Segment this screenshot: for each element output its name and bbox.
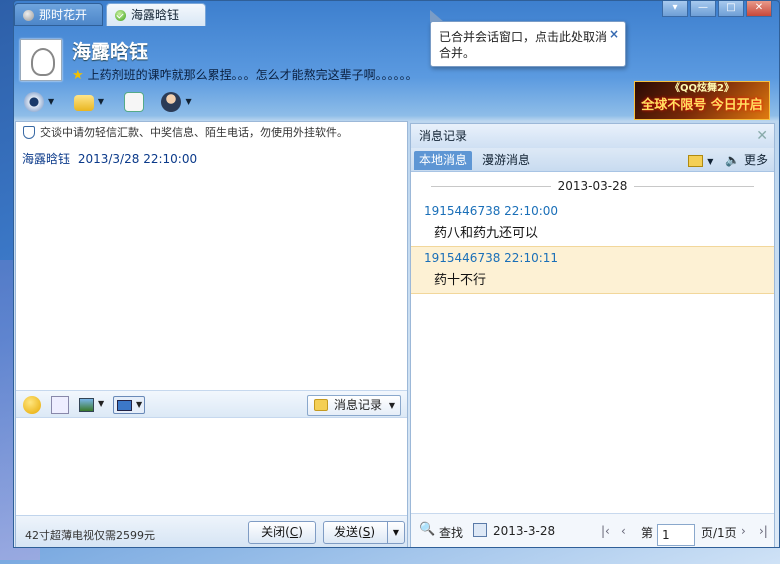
chat-footer: 42寸超薄电视仅需2599元 关闭(C) 发送(S) ▼	[16, 515, 407, 547]
more-button[interactable]: 更多	[744, 153, 768, 167]
chevron-down-icon: ▼	[388, 401, 395, 410]
ad-banner[interactable]: 《QQ炫舞2》 全球不限号 今日开启	[634, 81, 770, 120]
send-options-chevron-icon[interactable]: ▼	[387, 522, 404, 543]
search-icon[interactable]: 🔍	[419, 522, 435, 537]
message-sender: 海露晗钰	[22, 152, 71, 166]
message-history-button[interactable]: 消息记录 ▼	[306, 395, 401, 416]
ad-line1: 《QQ炫舞2》	[670, 83, 734, 94]
input-toolbar: ▼ ▼ 消息记录 ▼	[16, 390, 407, 418]
history-button-label: 消息记录	[333, 398, 382, 412]
screenshot-button[interactable]: ▼	[113, 396, 145, 414]
history-header: 消息记录 ✕	[411, 124, 774, 148]
next-page-icon[interactable]: ›	[741, 524, 746, 538]
message-time: 2013/3/28 22:10:00	[77, 152, 198, 166]
last-page-icon[interactable]: ›|	[759, 524, 768, 538]
maximize-button[interactable]: □	[718, 1, 744, 17]
search-label[interactable]: 查找	[439, 524, 463, 541]
message-header: 海露晗钰 2013/3/28 22:10:00	[16, 150, 407, 167]
chat-toolbar: ▼ ▼ ▼	[22, 91, 205, 115]
history-entry: 1915446738 22:10:00 药八和药九还可以	[411, 200, 774, 246]
history-tools: ▼ 🔈 更多	[688, 151, 768, 168]
first-page-icon[interactable]: |‹	[601, 524, 610, 538]
font-style-icon[interactable]	[51, 396, 69, 414]
qq-chat-window: 那时花开 海露晗钰 ▾ — □ ✕ 海露晗钰 ★ 上药剂班的课咋就那么累捏。。。怎…	[13, 0, 780, 548]
avatar[interactable]	[20, 39, 62, 81]
chevron-down-icon: ▼	[185, 97, 192, 106]
minimize-button[interactable]: —	[690, 1, 716, 17]
security-notice-text: 交谈中请勿轻信汇款、中奖信息、陌生电话，勿使用外挂软件。	[40, 126, 348, 139]
send-shortcut: S	[362, 525, 371, 539]
video-call-button[interactable]: ▼	[22, 91, 62, 115]
star-icon: ★	[72, 68, 84, 83]
tab-label: 那时花开	[39, 8, 88, 22]
chevron-down-icon: ▼	[136, 400, 143, 409]
close-button[interactable]: 关闭(C)	[248, 521, 316, 544]
sms-button[interactable]	[122, 91, 150, 115]
history-footer: 🔍 查找 2013-3-28 |‹ ‹ 第 1 页/1页 › ›|	[411, 513, 774, 547]
skin-button[interactable]: ▾	[662, 1, 688, 17]
monitor-icon	[117, 400, 132, 411]
entry-text: 药八和药九还可以	[434, 226, 539, 241]
tooltip-text: 已合并会话窗口，点击此处取消合并。	[439, 30, 608, 60]
merge-tooltip[interactable]: 已合并会话窗口，点击此处取消合并。 ×	[430, 10, 626, 67]
chevron-down-icon: ▼	[97, 97, 104, 106]
entry-text: 药十不行	[434, 273, 487, 288]
tooltip-close-icon[interactable]: ×	[609, 26, 619, 42]
send-label: 发送(	[334, 525, 363, 539]
history-tabs: 本地消息 漫游消息 ▼ 🔈 更多	[411, 148, 774, 172]
chat-pane: 交谈中请勿轻信汇款、中奖信息、陌生电话，勿使用外挂软件。 海露晗钰 2013/3…	[15, 121, 408, 547]
history-title: 消息记录	[419, 129, 468, 143]
contact-name[interactable]: 海露晗钰	[72, 37, 148, 64]
message-input[interactable]	[16, 420, 407, 515]
tab-label: 海露晗钰	[131, 8, 180, 22]
page-prefix: 第	[641, 526, 654, 540]
security-notice: 交谈中请勿轻信汇款、中奖信息、陌生电话，勿使用外挂软件。	[16, 122, 407, 144]
promo-link[interactable]: 42寸超薄电视仅需2599元	[25, 527, 155, 543]
shield-icon	[23, 126, 35, 139]
page-number-input[interactable]: 1	[657, 524, 695, 546]
emoji-icon[interactable]	[23, 396, 41, 414]
send-file-button[interactable]: ▼	[72, 91, 112, 115]
history-entry: 1915446738 22:10:11 药十不行	[411, 246, 774, 294]
agent-icon	[161, 92, 182, 112]
prev-page-icon[interactable]: ‹	[621, 524, 626, 538]
contact-signature: ★ 上药剂班的课咋就那么累捏。。。怎么才能熬完这辈子啊。。。。。。	[72, 66, 418, 83]
ad-line2: 全球不限号 今日开启	[641, 98, 763, 113]
webcam-icon	[24, 92, 44, 112]
tab-local-messages[interactable]: 本地消息	[414, 151, 473, 170]
close-window-button[interactable]: ✕	[746, 1, 772, 17]
page-suffix: 页/1页	[701, 526, 737, 540]
history-date-separator: 2013-03-28	[411, 172, 774, 200]
chevron-down-icon: ▼	[48, 97, 55, 106]
history-icon	[313, 399, 328, 411]
date-filter[interactable]: 2013-3-28	[493, 524, 555, 538]
sound-icon[interactable]: 🔈	[725, 153, 740, 167]
chevron-down-icon[interactable]: ▼	[707, 157, 713, 166]
message-plus-icon	[123, 92, 144, 112]
remote-assist-button[interactable]: ▼	[159, 91, 199, 115]
tab-hailu-hanyu[interactable]: 海露晗钰	[106, 3, 206, 26]
entry-sender-time: 1915446738 22:10:11	[424, 251, 559, 265]
entry-sender-time: 1915446738 22:10:00	[424, 204, 559, 218]
contact-header: 海露晗钰 ★ 上药剂班的课咋就那么累捏。。。怎么才能熬完这辈子啊。。。。。。	[14, 29, 779, 89]
chevron-down-icon: ▼	[98, 399, 105, 408]
offline-status-icon	[23, 10, 34, 21]
close-shortcut: C	[289, 525, 299, 539]
close-history-icon[interactable]: ✕	[756, 124, 768, 148]
tab-nashi-huakai[interactable]: 那时花开	[14, 3, 103, 26]
picture-icon	[79, 398, 94, 412]
message-manager-icon[interactable]	[688, 154, 704, 167]
history-pane: 消息记录 ✕ 本地消息 漫游消息 ▼ 🔈 更多 2013-03-28 19154…	[410, 123, 775, 547]
tab-roaming-messages[interactable]: 漫游消息	[477, 151, 535, 170]
calendar-icon[interactable]	[473, 523, 487, 537]
image-button[interactable]: ▼	[79, 396, 109, 414]
online-status-icon	[115, 10, 126, 21]
signature-text: 上药剂班的课咋就那么累捏。。。怎么才能熬完这辈子啊。。。。。。	[87, 68, 418, 82]
send-button[interactable]: 发送(S) ▼	[323, 521, 405, 544]
folder-icon	[73, 95, 94, 111]
close-label: 关闭(	[261, 525, 290, 539]
